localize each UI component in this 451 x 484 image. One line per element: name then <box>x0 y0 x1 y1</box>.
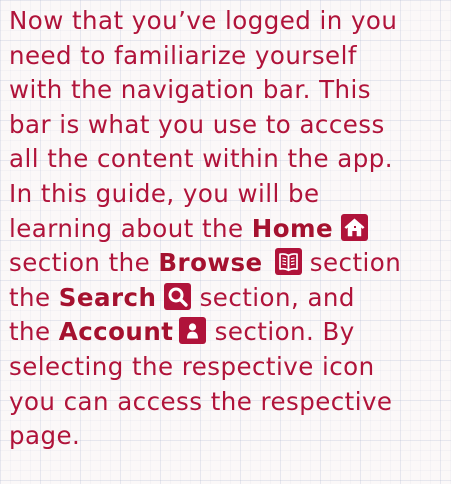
book-icon <box>274 248 302 276</box>
guide-line-10-text-end: section. By <box>206 317 355 347</box>
search-section-label: Search <box>58 282 157 312</box>
guide-line-4: bar is what you use to access <box>9 109 385 139</box>
guide-line-9-text-end: section, and <box>191 282 355 312</box>
guide-line-1: Now that you’ve logged in you <box>9 6 398 35</box>
guide-line-5: all the content within the app. <box>9 144 393 174</box>
home-icon <box>341 213 369 241</box>
guide-line-7-text: learning about the <box>9 213 252 243</box>
guide-line-10-text-start: the <box>9 317 59 347</box>
guide-line-7: learning about the Home <box>9 212 451 247</box>
guide-line-3: with the navigation bar. This <box>9 75 371 105</box>
guide-line-11: selecting the respective icon <box>9 351 375 381</box>
guide-line-10: the Account section. By <box>9 315 451 350</box>
guide-line-8: section the Browse section <box>9 246 451 281</box>
user-icon <box>179 317 207 345</box>
guide-line-2: need to familiarize yourself <box>9 40 357 70</box>
guide-line-9: the Search section, and <box>9 281 451 316</box>
guide-line-9-text-start: the <box>9 282 59 312</box>
guide-line-6: In this guide, you will be <box>9 178 320 208</box>
search-icon <box>164 282 192 310</box>
guide-line-8-text-start: section the <box>9 248 159 278</box>
guide-line-13: page. <box>9 421 81 451</box>
guide-line-12: you can access the respective <box>9 386 393 416</box>
home-section-label: Home <box>251 213 334 243</box>
account-section-label: Account <box>58 317 174 347</box>
browse-section-label: Browse <box>158 248 263 278</box>
guide-text: Now that you’ve logged in you need to fa… <box>9 4 451 454</box>
guide-line-8-text-end: section <box>301 248 402 278</box>
